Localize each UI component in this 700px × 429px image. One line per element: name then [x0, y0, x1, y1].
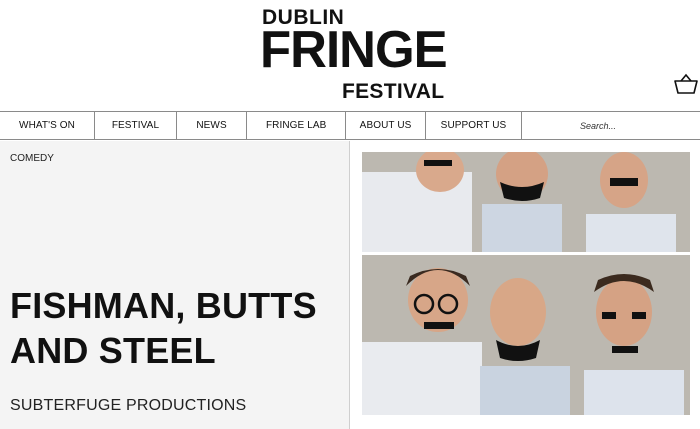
show-title: FISHMAN, BUTTS AND STEEL: [10, 283, 317, 373]
logo-line-2: FRINGE: [260, 21, 448, 79]
dublin-fringe-logo[interactable]: DUBLIN FRINGE FESTIVAL: [258, 4, 448, 104]
show-image-panel: [351, 141, 700, 429]
show-title-line-2: AND STEEL: [10, 330, 216, 371]
show-info-panel: COMEDY FISHMAN, BUTTS AND STEEL SUBTERFU…: [0, 141, 350, 429]
show-category[interactable]: COMEDY: [10, 153, 54, 164]
show-photo: [362, 152, 690, 415]
logo-line-3: FESTIVAL: [342, 80, 445, 103]
show-title-line-1: FISHMAN, BUTTS: [10, 285, 317, 326]
nav-search: [522, 112, 700, 139]
nav-fringe-lab[interactable]: FRINGE LAB: [247, 112, 347, 139]
nav-about-us[interactable]: ABOUT US: [346, 112, 426, 139]
site-header: DUBLIN FRINGE FESTIVAL: [0, 0, 700, 111]
nav-whats-on[interactable]: WHAT'S ON: [0, 112, 96, 139]
nav-festival[interactable]: FESTIVAL: [95, 112, 177, 139]
main-nav: WHAT'S ON FESTIVAL NEWS FRINGE LAB ABOUT…: [0, 111, 700, 140]
nav-support-us[interactable]: SUPPORT US: [426, 112, 523, 139]
nav-news[interactable]: NEWS: [177, 112, 248, 139]
search-input[interactable]: [580, 120, 700, 131]
show-producer: SUBTERFUGE PRODUCTIONS: [10, 397, 247, 414]
basket-icon[interactable]: [674, 73, 698, 95]
